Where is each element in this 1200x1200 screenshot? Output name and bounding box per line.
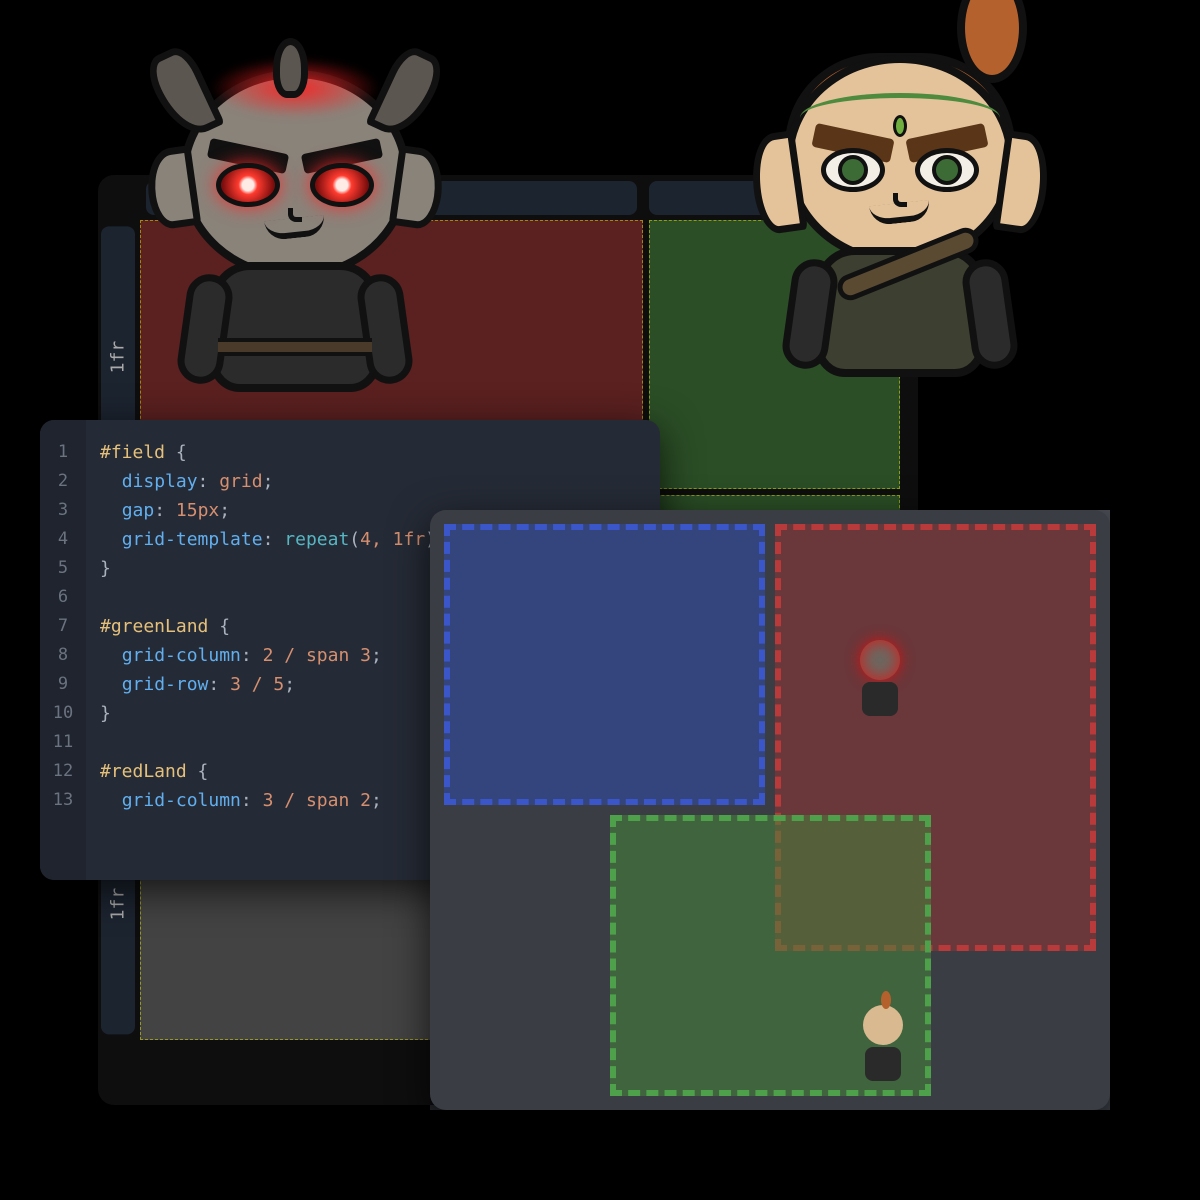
torso bbox=[210, 262, 380, 392]
preview-grid bbox=[444, 524, 1096, 1096]
zone-blue bbox=[444, 524, 765, 805]
code-content[interactable]: #field { display: grid; gap: 15px; grid-… bbox=[100, 438, 447, 815]
ear-icon bbox=[143, 145, 202, 231]
ear-icon bbox=[992, 130, 1053, 236]
eye-icon bbox=[216, 163, 280, 207]
line-number: 4 bbox=[40, 525, 86, 554]
line-number: 7 bbox=[40, 612, 86, 641]
line-number: 10 bbox=[40, 699, 86, 728]
horn-icon bbox=[273, 38, 308, 98]
line-number: 9 bbox=[40, 670, 86, 699]
demon-character bbox=[120, 10, 470, 460]
line-number: 2 bbox=[40, 467, 86, 496]
elf-character bbox=[715, 0, 1085, 495]
eye-icon bbox=[915, 148, 979, 192]
line-number: 11 bbox=[40, 728, 86, 757]
line-number: 12 bbox=[40, 757, 86, 786]
line-number: 8 bbox=[40, 641, 86, 670]
line-number: 3 bbox=[40, 496, 86, 525]
eye-icon bbox=[821, 148, 885, 192]
ear-icon bbox=[746, 130, 807, 236]
game-preview-panel bbox=[430, 510, 1110, 1110]
line-number: 13 bbox=[40, 786, 86, 815]
line-gutter: 1 2 3 4 5 6 7 8 9 10 11 12 13 bbox=[40, 420, 86, 880]
ponytail-icon bbox=[957, 0, 1027, 83]
demon-sprite-small bbox=[850, 640, 910, 720]
eye-icon bbox=[310, 163, 374, 207]
line-number: 1 bbox=[40, 438, 86, 467]
gem-icon bbox=[893, 115, 907, 137]
line-number: 6 bbox=[40, 583, 86, 612]
torso bbox=[815, 247, 985, 377]
elf-sprite-small bbox=[855, 1005, 910, 1080]
ear-icon bbox=[389, 145, 448, 231]
line-number: 5 bbox=[40, 554, 86, 583]
